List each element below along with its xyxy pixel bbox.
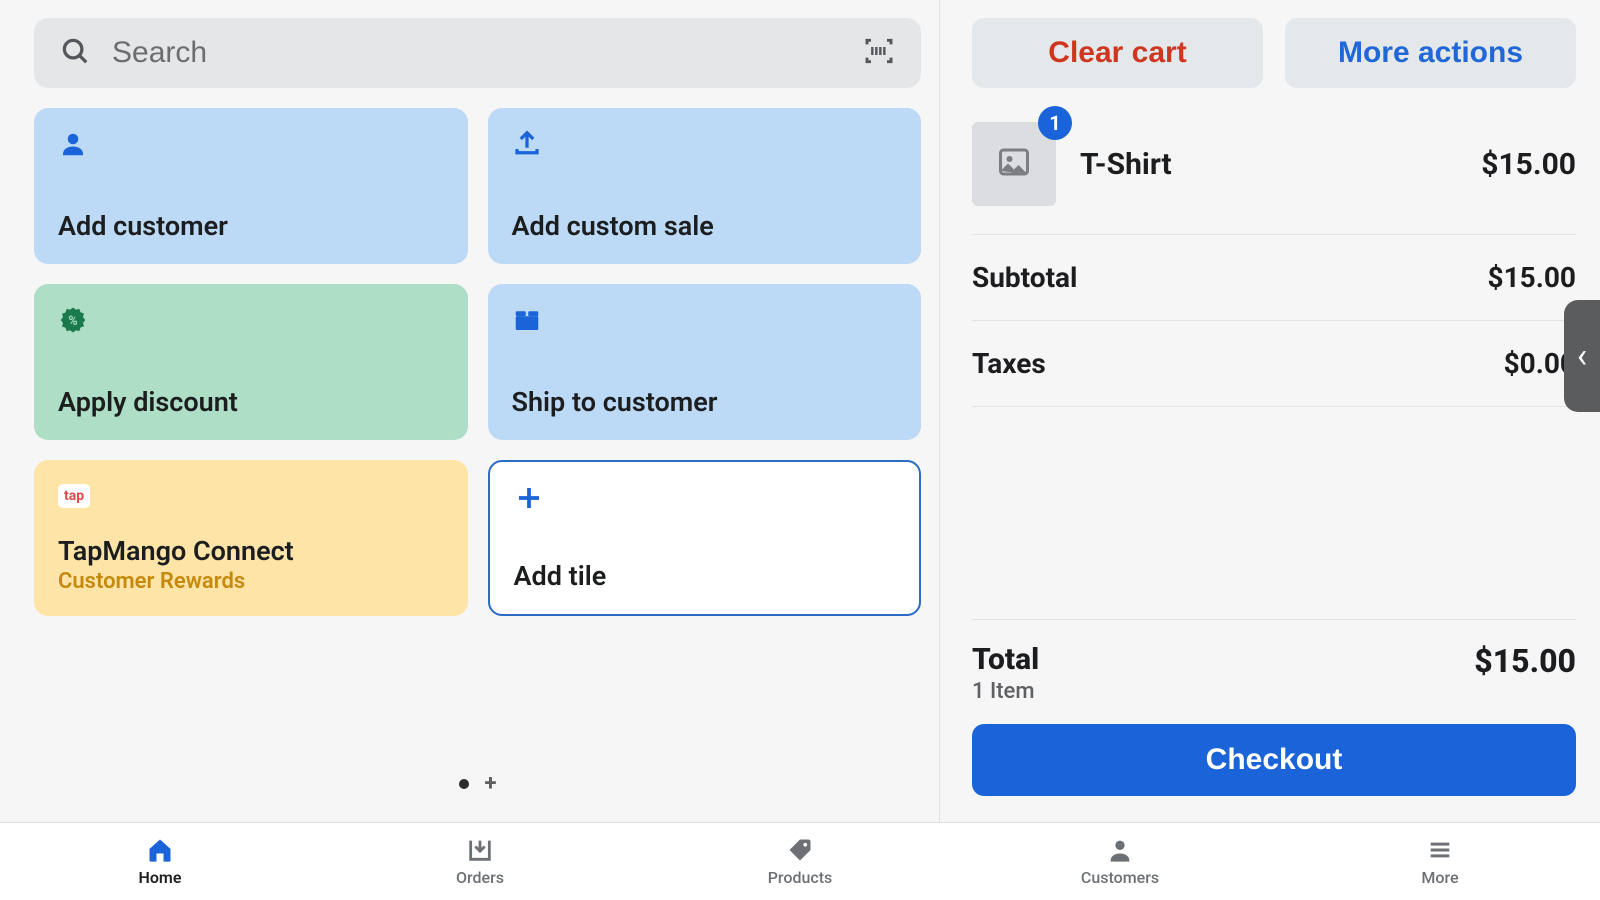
total-label: Total xyxy=(972,642,1039,677)
tag-icon xyxy=(786,836,814,864)
quantity-badge: 1 xyxy=(1038,106,1072,140)
nav-label: Customers xyxy=(1081,868,1159,887)
add-page-icon[interactable]: + xyxy=(485,771,497,796)
discount-badge-icon: % xyxy=(58,302,444,338)
search-input[interactable] xyxy=(112,36,841,70)
tiles-grid: Add customer Add custom sale % Apply dis… xyxy=(34,108,921,616)
ship-to-customer-tile[interactable]: Ship to customer xyxy=(488,284,922,440)
person-icon xyxy=(1106,836,1134,864)
home-icon xyxy=(146,836,174,864)
taxes-label: Taxes xyxy=(972,347,1046,380)
tile-label: Add custom sale xyxy=(512,210,898,242)
bottom-nav: Home Orders Products Customers More xyxy=(0,822,1600,900)
tapmango-tile[interactable]: tap TapMango Connect Customer Rewards xyxy=(34,460,468,616)
tile-label: Ship to customer xyxy=(512,386,898,418)
item-name: T-Shirt xyxy=(1080,147,1457,182)
nav-orders[interactable]: Orders xyxy=(320,823,640,900)
upload-icon xyxy=(512,126,898,162)
svg-text:%: % xyxy=(68,314,77,329)
subtotal-label: Subtotal xyxy=(972,261,1077,294)
search-bar[interactable] xyxy=(34,18,921,88)
tile-label: Add customer xyxy=(58,210,444,242)
add-customer-tile[interactable]: Add customer xyxy=(34,108,468,264)
nav-label: More xyxy=(1421,868,1458,887)
barcode-scan-icon[interactable] xyxy=(863,35,895,71)
apply-discount-tile[interactable]: % Apply discount xyxy=(34,284,468,440)
menu-icon xyxy=(1426,836,1454,864)
nav-home[interactable]: Home xyxy=(0,823,320,900)
tile-label: Apply discount xyxy=(58,386,444,418)
tile-sublabel: Customer Rewards xyxy=(58,569,444,594)
total-amount: $15.00 xyxy=(1474,642,1576,680)
subtotal-row: Subtotal $15.00 xyxy=(972,235,1576,321)
image-placeholder-icon xyxy=(996,144,1032,184)
nav-customers[interactable]: Customers xyxy=(960,823,1280,900)
nav-label: Products xyxy=(768,868,833,887)
add-custom-sale-tile[interactable]: Add custom sale xyxy=(488,108,922,264)
nav-label: Orders xyxy=(456,868,504,887)
checkout-button[interactable]: Checkout xyxy=(972,724,1576,796)
cart-item[interactable]: 1 T-Shirt $15.00 xyxy=(972,88,1576,235)
total-sublabel: 1 Item xyxy=(972,679,1039,704)
taxes-row[interactable]: Taxes $0.00 xyxy=(972,321,1576,407)
page-indicator: + xyxy=(34,757,921,814)
clear-cart-button[interactable]: Clear cart xyxy=(972,18,1263,88)
subtotal-value: $15.00 xyxy=(1488,261,1576,294)
cart-pane: Clear cart More actions 1 T-Shirt $15.00… xyxy=(940,0,1600,822)
tile-label: TapMango Connect xyxy=(58,535,444,567)
nav-more[interactable]: More xyxy=(1280,823,1600,900)
package-icon xyxy=(512,302,898,338)
cart-footer: Total 1 Item $15.00 Checkout xyxy=(972,619,1576,822)
plus-icon xyxy=(514,480,896,516)
nav-products[interactable]: Products xyxy=(640,823,960,900)
left-pane: Add customer Add custom sale % Apply dis… xyxy=(0,0,940,822)
tapmango-logo-icon: tap xyxy=(58,478,444,514)
item-thumbnail: 1 xyxy=(972,122,1056,206)
nav-label: Home xyxy=(139,868,182,887)
inbox-icon xyxy=(466,836,494,864)
item-price: $15.00 xyxy=(1481,147,1576,182)
chevron-left-icon: ‹ xyxy=(1577,336,1587,376)
more-actions-button[interactable]: More actions xyxy=(1285,18,1576,88)
person-icon xyxy=(58,126,444,162)
drawer-handle[interactable]: ‹ xyxy=(1564,300,1600,412)
page-dot-active[interactable] xyxy=(459,779,469,789)
tile-label: Add tile xyxy=(514,560,896,592)
add-tile-button[interactable]: Add tile xyxy=(488,460,922,616)
search-icon xyxy=(60,36,90,70)
